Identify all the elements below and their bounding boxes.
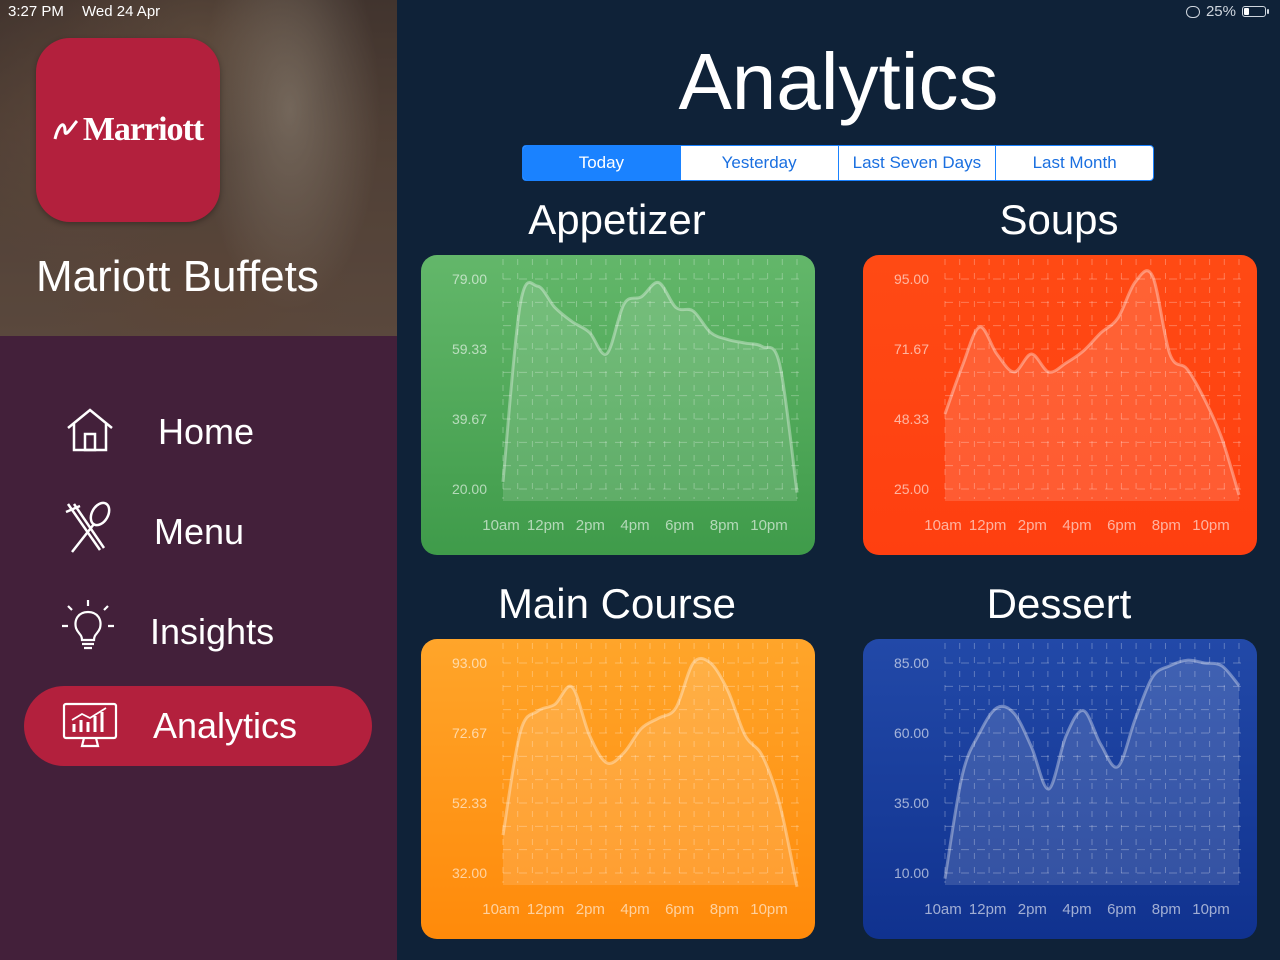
y-tick-label: 93.00 — [452, 655, 487, 671]
main-content: Analytics Today Yesterday Last Seven Day… — [397, 0, 1280, 960]
y-tick-label: 59.33 — [452, 341, 487, 357]
status-time: 3:27 PM — [8, 3, 64, 20]
y-tick-label: 52.33 — [452, 795, 487, 811]
x-tick-label: 10am — [482, 517, 520, 534]
tab-today[interactable]: Today — [523, 146, 680, 180]
chart-dessert: 85.00 60.00 35.00 10.00 10am 12pm 2pm 4pm 6pm 8pm… — [863, 639, 1257, 939]
date-range-segmented-control: Today Yesterday Last Seven Days Last Mon… — [522, 145, 1154, 181]
lightbulb-icon — [62, 600, 114, 650]
x-tick-label: 2pm — [1018, 901, 1047, 918]
sidebar-item-label: Insights — [150, 611, 275, 652]
y-tick-label: 72.67 — [452, 725, 487, 741]
sidebar-item-insights[interactable]: Insights — [24, 592, 372, 672]
x-tick-label: 10pm — [1192, 517, 1230, 534]
x-tick-label: 4pm — [620, 517, 649, 534]
battery-icon — [1242, 6, 1269, 17]
y-tick-label: 60.00 — [894, 725, 929, 741]
sidebar-item-menu[interactable]: Menu — [24, 492, 372, 572]
x-tick-label: 12pm — [527, 517, 565, 534]
chart-title-dessert: Dessert — [986, 580, 1132, 627]
status-bar-left: 3:27 PM Wed 24 Apr — [8, 3, 174, 20]
x-tick-label: 12pm — [969, 517, 1007, 534]
chart-svg: 85.00 60.00 35.00 10.00 10am 12pm 2pm 4pm 6pm 8pm… — [863, 639, 1257, 939]
chart-svg: 79.00 59.33 39.67 20.00 10am 12pm 2pm 4pm 6pm 8pm… — [421, 255, 815, 555]
x-tick-label: 8pm — [710, 517, 739, 534]
marriott-logo: Marriott — [36, 38, 220, 222]
sidebar-item-label: Home — [158, 411, 255, 452]
chart-soups: 95.00 71.67 48.33 25.00 10am 12pm 2pm 4pm 6pm 8pm… — [863, 255, 1257, 555]
x-tick-label: 4pm — [620, 901, 649, 918]
sidebar-item-home[interactable]: Home — [24, 392, 372, 472]
x-tick-label: 10pm — [1192, 901, 1230, 918]
sidebar-item-analytics[interactable]: Analytics — [24, 686, 372, 766]
analytics-monitor-icon — [62, 702, 118, 748]
tab-last-month[interactable]: Last Month — [995, 146, 1153, 180]
y-tick-label: 39.67 — [452, 411, 487, 427]
x-tick-label: 6pm — [1107, 517, 1136, 534]
battery-percent: 25% — [1205, 3, 1236, 20]
y-tick-label: 35.00 — [894, 795, 929, 811]
sidebar: Marriott Mariott Buffets Home Menu Insig… — [0, 0, 397, 960]
y-tick-label: 71.67 — [894, 341, 929, 357]
y-tick-label: 79.00 — [452, 271, 487, 287]
app-title: Mariott Buffets — [36, 252, 319, 301]
home-icon — [67, 408, 113, 452]
x-tick-label: 10pm — [750, 517, 788, 534]
x-tick-label: 8pm — [710, 901, 739, 918]
tab-yesterday[interactable]: Yesterday — [679, 146, 838, 180]
x-tick-label: 2pm — [1018, 517, 1047, 534]
tab-last-seven-days[interactable]: Last Seven Days — [837, 146, 996, 180]
chart-appetizer: 79.00 59.33 39.67 20.00 10am 12pm 2pm 4pm 6pm 8pm… — [421, 255, 815, 555]
logo-wordmark: Marriott — [82, 111, 204, 148]
marriott-emblem-icon — [53, 119, 78, 140]
x-tick-label: 4pm — [1062, 901, 1091, 918]
x-tick-label: 10am — [924, 517, 962, 534]
x-tick-label: 4pm — [1062, 517, 1091, 534]
x-tick-label: 8pm — [1152, 517, 1181, 534]
x-tick-label: 12pm — [969, 901, 1007, 918]
x-tick-label: 6pm — [665, 517, 694, 534]
y-tick-label: 25.00 — [894, 481, 929, 497]
y-tick-label: 48.33 — [894, 411, 929, 427]
y-tick-label: 20.00 — [452, 481, 487, 497]
chart-title-main-course: Main Course — [497, 580, 737, 627]
sidebar-item-label: Analytics — [153, 705, 298, 746]
rotation-lock-icon — [1185, 5, 1200, 18]
x-tick-label: 8pm — [1152, 901, 1181, 918]
chart-title-soups: Soups — [999, 196, 1119, 243]
sidebar-item-label: Menu — [154, 511, 245, 552]
x-tick-label: 10pm — [750, 901, 788, 918]
y-tick-label: 95.00 — [894, 271, 929, 287]
status-bar-right: 25% — [1185, 3, 1269, 20]
chart-main-course: 93.00 72.67 52.33 32.00 10am 12pm 2pm 4pm 6pm 8pm… — [421, 639, 815, 939]
chart-svg: 95.00 71.67 48.33 25.00 10am 12pm 2pm 4pm 6pm 8pm… — [863, 255, 1257, 555]
x-tick-label: 6pm — [665, 901, 694, 918]
y-tick-label: 10.00 — [894, 865, 929, 881]
x-tick-label: 10am — [482, 901, 520, 918]
y-tick-label: 32.00 — [452, 865, 487, 881]
x-tick-label: 2pm — [576, 901, 605, 918]
x-tick-label: 2pm — [576, 517, 605, 534]
status-date: Wed 24 Apr — [82, 3, 161, 20]
battery-level-fill — [1244, 8, 1249, 15]
chart-svg: 93.00 72.67 52.33 32.00 10am 12pm 2pm 4pm 6pm 8pm… — [421, 639, 815, 939]
y-tick-label: 85.00 — [894, 655, 929, 671]
x-tick-label: 10am — [924, 901, 962, 918]
chart-title-appetizer: Appetizer — [528, 196, 706, 243]
page-title: Analytics — [678, 37, 999, 126]
x-tick-label: 6pm — [1107, 901, 1136, 918]
x-tick-label: 12pm — [527, 901, 565, 918]
fork-spoon-icon — [65, 501, 111, 553]
